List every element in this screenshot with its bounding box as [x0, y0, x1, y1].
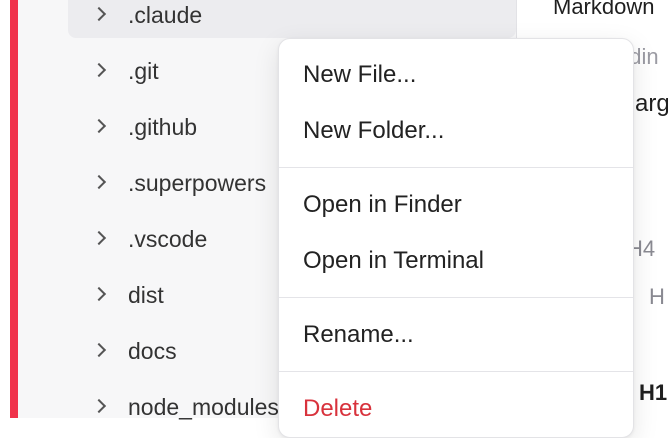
tree-item-label: .git [128, 57, 159, 84]
tree-item-label: node_modules [128, 393, 279, 420]
chevron-right-icon[interactable] [91, 230, 107, 246]
tree-item-label: docs [128, 337, 177, 364]
panel-title: Markdown [553, 0, 655, 19]
context-menu: New File... New Folder... Open in Finder… [278, 38, 634, 438]
panel-large-text: arg [635, 90, 668, 117]
tree-item-label: .claude [128, 1, 203, 28]
tree-item-claude[interactable]: .claude [68, 0, 516, 38]
menu-item-delete[interactable]: Delete [279, 384, 633, 434]
tree-item-label: dist [128, 281, 164, 308]
tree-item-label: .github [128, 113, 198, 140]
accent-bar [10, 0, 18, 418]
menu-separator [279, 167, 633, 168]
menu-item-open-in-terminal[interactable]: Open in Terminal [279, 236, 633, 286]
chevron-right-icon[interactable] [91, 286, 107, 302]
chevron-right-icon[interactable] [91, 342, 107, 358]
menu-item-new-file[interactable]: New File... [279, 50, 633, 100]
chevron-right-icon[interactable] [91, 118, 107, 134]
tree-item-label: .superpowers [128, 169, 267, 196]
chevron-right-icon[interactable] [91, 174, 107, 190]
menu-separator [279, 371, 633, 372]
menu-item-new-folder[interactable]: New Folder... [279, 106, 633, 156]
chevron-right-icon[interactable] [91, 398, 107, 414]
heading-h1-label: H1 [639, 380, 668, 405]
chevron-right-icon[interactable] [91, 62, 107, 78]
menu-item-rename[interactable]: Rename... [279, 310, 633, 360]
menu-item-open-in-finder[interactable]: Open in Finder [279, 180, 633, 230]
heading-label: H [649, 284, 665, 309]
chevron-right-icon[interactable] [91, 6, 107, 22]
tree-item-label: .vscode [128, 225, 208, 252]
menu-separator [279, 297, 633, 298]
